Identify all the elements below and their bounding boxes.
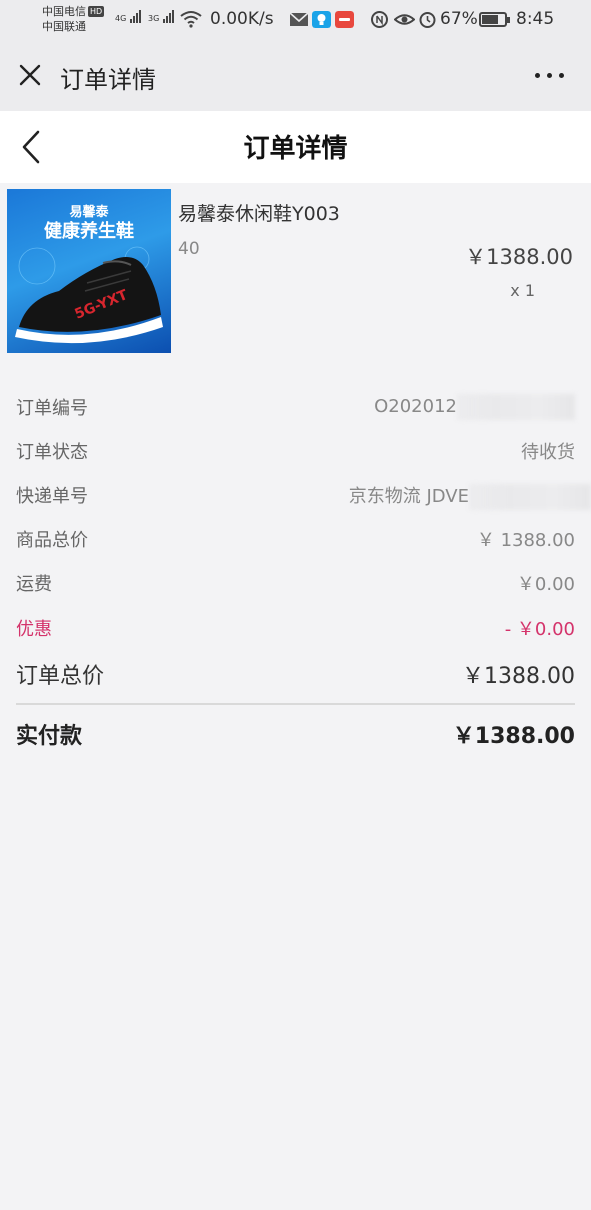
goods-total-label: 商品总价 <box>16 530 88 551</box>
signal-4g-icon: 4G <box>115 10 141 23</box>
webview-title: 订单详情 <box>60 66 156 94</box>
redacted-area <box>457 394 575 420</box>
order-number-label: 订单编号 <box>16 398 88 419</box>
clock: 8:45 <box>516 9 555 29</box>
tracking-number-row: 快递单号 京东物流 JDVE <box>0 472 591 516</box>
hd-badge: HD <box>88 6 105 17</box>
product-spec: 40 <box>178 239 200 259</box>
goods-total-value: ￥ 1388.00 <box>476 530 575 551</box>
order-status-value: 待收货 <box>521 442 575 463</box>
signal-3g-icon: 3G <box>148 10 174 23</box>
discount-row: 优惠 - ￥0.00 <box>0 605 591 649</box>
divider <box>16 703 575 705</box>
carrier-2: 中国联通 <box>42 20 86 33</box>
alarm-icon <box>419 12 436 28</box>
net-speed: 0.00K/s <box>210 9 274 29</box>
mail-icon <box>289 12 309 26</box>
discount-value: - ￥0.00 <box>504 619 575 640</box>
page-title: 订单详情 <box>243 134 348 164</box>
carrier-1: 中国电信 <box>42 5 86 18</box>
product-name: 易馨泰休闲鞋Y003 <box>178 203 340 225</box>
close-icon[interactable] <box>19 64 41 86</box>
tracking-number-value[interactable]: 京东物流 JDVE <box>349 482 591 510</box>
carrier-info: 中国电信 HD 中国联通 <box>42 4 105 34</box>
shipping-label: 运费 <box>16 574 52 595</box>
tracking-number-label: 快递单号 <box>16 486 88 507</box>
bulb-app-icon <box>312 11 331 28</box>
amount-paid-row: 实付款 ￥1388.00 <box>0 712 591 756</box>
amount-paid-label: 实付款 <box>16 724 83 749</box>
shipping-row: 运费 ￥0.00 <box>0 560 591 604</box>
product-thumbnail[interactable]: 易馨泰 健康养生鞋 5G-YXT <box>7 189 171 353</box>
more-options-icon[interactable] <box>535 73 565 79</box>
battery-icon <box>479 12 510 27</box>
product-item[interactable]: 易馨泰 健康养生鞋 5G-YXT 易馨泰休闲鞋Y003 40 ￥1388.00 … <box>0 183 591 363</box>
webview-nav-bar: 订单详情 <box>0 40 591 111</box>
product-quantity: x 1 <box>510 281 535 300</box>
thumb-slogan: 健康养生鞋 <box>44 221 134 242</box>
order-total-value: ￥1388.00 <box>462 664 575 689</box>
amount-paid-value: ￥1388.00 <box>452 724 575 749</box>
shipping-value: ￥0.00 <box>516 574 575 595</box>
order-total-label: 订单总价 <box>16 664 105 689</box>
wifi-icon <box>180 11 202 28</box>
goods-total-row: 商品总价 ￥ 1388.00 <box>0 516 591 560</box>
product-price: ￥1388.00 <box>465 245 573 269</box>
app-notification-icon <box>335 11 354 28</box>
discount-label: 优惠 <box>16 619 52 640</box>
order-status-label: 订单状态 <box>16 442 88 463</box>
order-status-row: 订单状态 待收货 <box>0 428 591 472</box>
status-bar: 中国电信 HD 中国联通 4G 3G 0.00K/s 67% 8:45 <box>0 0 591 40</box>
order-number-text: O202012 <box>374 396 457 417</box>
signal-3g-label: 3G <box>148 14 160 23</box>
order-number-row: 订单编号 O202012 <box>0 384 591 428</box>
tracking-number-text: 京东物流 JDVE <box>348 486 469 507</box>
shoe-image: 5G-YXT <box>15 246 163 344</box>
nfc-icon <box>371 11 388 28</box>
battery-percent: 67% <box>440 9 478 29</box>
signal-4g-label: 4G <box>115 14 127 23</box>
eye-comfort-icon <box>394 14 415 25</box>
order-number-value: O202012 <box>374 394 575 420</box>
order-total-row: 订单总价 ￥1388.00 <box>0 652 591 696</box>
page-header: 订单详情 <box>0 111 591 183</box>
redacted-area <box>469 484 591 510</box>
